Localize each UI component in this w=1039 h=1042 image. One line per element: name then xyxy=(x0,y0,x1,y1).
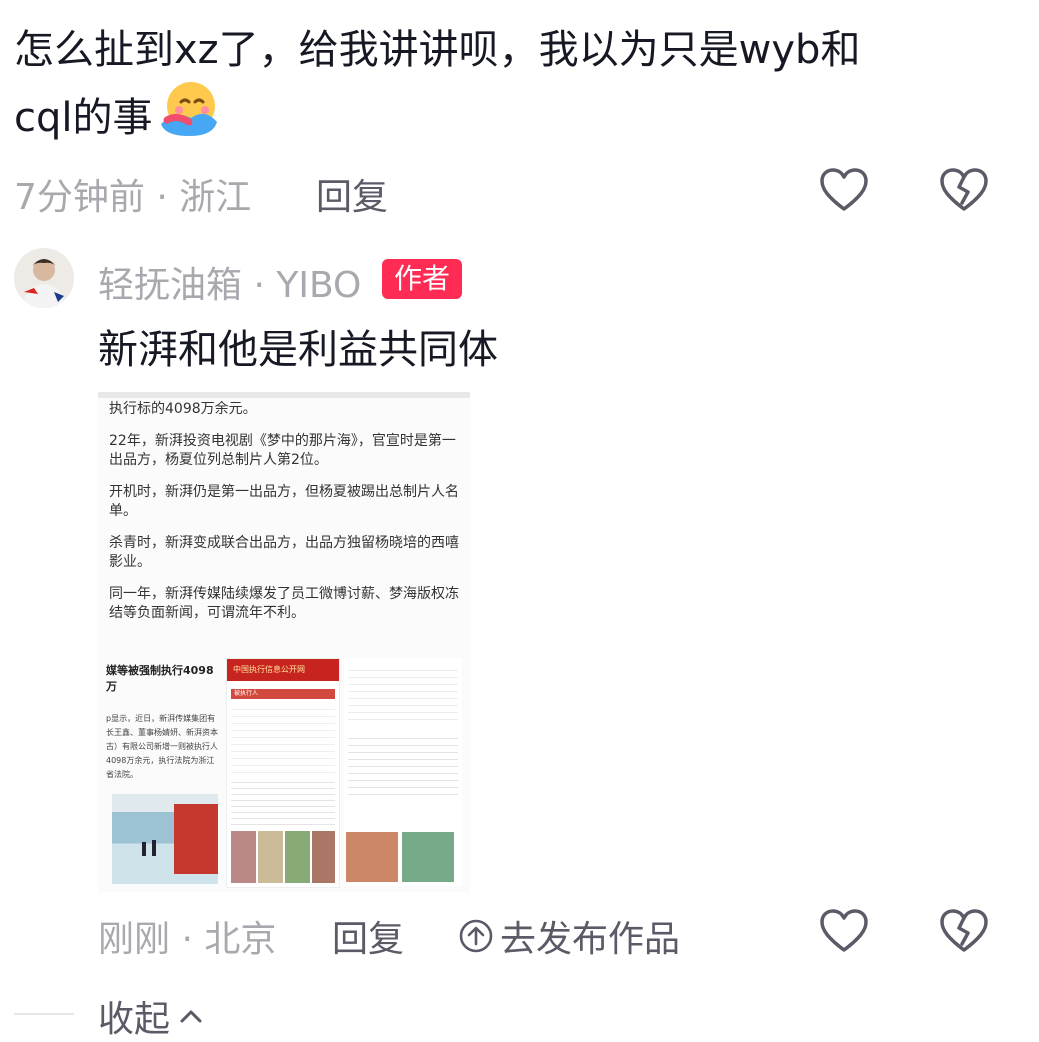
reply-button[interactable]: 回复 xyxy=(316,168,388,220)
image-poster-red-shape xyxy=(174,804,218,874)
image-drama-poster xyxy=(112,794,218,884)
comment-text: 新湃和他是利益共同体 xyxy=(98,327,498,373)
attached-image[interactable]: 执行标的4098万余元。 22年，新湃投资电视剧《梦中的那片海》，官宣时是第一出… xyxy=(98,392,470,892)
dislike-broken-heart-icon[interactable] xyxy=(938,906,990,958)
like-heart-icon[interactable] xyxy=(818,165,870,217)
image-news-panel: 媒等被强制执行4098万 p显示，近日，新湃传媒集团有长王鑫、董事杨婧妍、新湃资… xyxy=(106,662,222,779)
image-right-notes xyxy=(348,732,458,796)
image-poster-figure xyxy=(142,842,146,856)
dislike-broken-heart-icon[interactable] xyxy=(938,165,990,217)
image-court-panel: 中国执行信息公开网 被执行人 xyxy=(226,658,340,888)
publish-work-button[interactable]: 去发布作品 xyxy=(458,910,680,962)
comment-meta: 7分钟前 · 浙江 xyxy=(14,177,252,218)
reply-button[interactable]: 回复 xyxy=(332,910,404,962)
image-poster-figure xyxy=(152,840,156,856)
image-court-photos xyxy=(231,831,335,883)
author-badge: 作者 xyxy=(382,259,463,299)
image-news-title: 媒等被强制执行4098万 xyxy=(106,664,214,693)
image-news-body: p显示，近日，新湃传媒集团有长王鑫、董事杨婧妍、新湃资本古）有限公司新增一则被执… xyxy=(106,714,218,779)
image-paragraph: 执行标的4098万余元。 xyxy=(109,401,257,417)
image-paragraph: 开机时，新湃仍是第一出品方，但杨夏被踢出总制片人名单。 xyxy=(109,484,459,519)
comment-text-line-2: cql的事 xyxy=(14,94,153,141)
like-heart-icon[interactable] xyxy=(818,906,870,958)
image-right-lines xyxy=(348,664,458,724)
image-paragraph: 杀青时，新湃变成联合出品方，出品方独留杨晓培的西嘻影业。 xyxy=(109,535,459,570)
collapse-label: 收起 xyxy=(98,999,171,1040)
image-court-table xyxy=(231,703,335,773)
image-court-section: 被执行人 xyxy=(231,689,335,699)
image-paragraph: 22年，新湃投资电视剧《梦中的那片海》，官宣时是第一出品方，杨夏位列总制片人第2… xyxy=(109,433,456,468)
avatar[interactable] xyxy=(14,248,74,308)
comment-text: 怎么扯到xz了，给我讲讲呗，我以为只是wyb和 cql的事 xyxy=(14,20,1004,155)
hugging-face-emoji-icon xyxy=(157,80,219,155)
image-paragraph: 同一年，新湃传媒陆续爆发了员工微博讨薪、梦海版权冻结等负面新闻，可谓流年不利。 xyxy=(109,586,459,621)
image-right-photos xyxy=(346,832,454,882)
comment-meta: 刚刚 · 北京 xyxy=(98,919,277,960)
chevron-up-icon xyxy=(178,1006,204,1026)
comment-text-line-1: 怎么扯到xz了，给我讲讲呗，我以为只是wyb和 xyxy=(14,27,861,73)
upload-arrow-icon xyxy=(458,918,494,954)
collapse-replies-button[interactable]: 收起 xyxy=(98,990,204,1042)
image-article-text: 执行标的4098万余元。 22年，新湃投资电视剧《梦中的那片海》，官宣时是第一出… xyxy=(109,400,461,636)
image-right-panel xyxy=(344,658,462,886)
image-court-title: 中国执行信息公开网 xyxy=(227,659,339,681)
image-cut-edge xyxy=(98,392,470,398)
image-court-notes xyxy=(231,777,335,825)
username[interactable]: 轻抚油箱 · YIBO xyxy=(98,256,361,308)
collapse-divider xyxy=(14,1013,74,1015)
publish-work-label: 去发布作品 xyxy=(500,919,681,960)
